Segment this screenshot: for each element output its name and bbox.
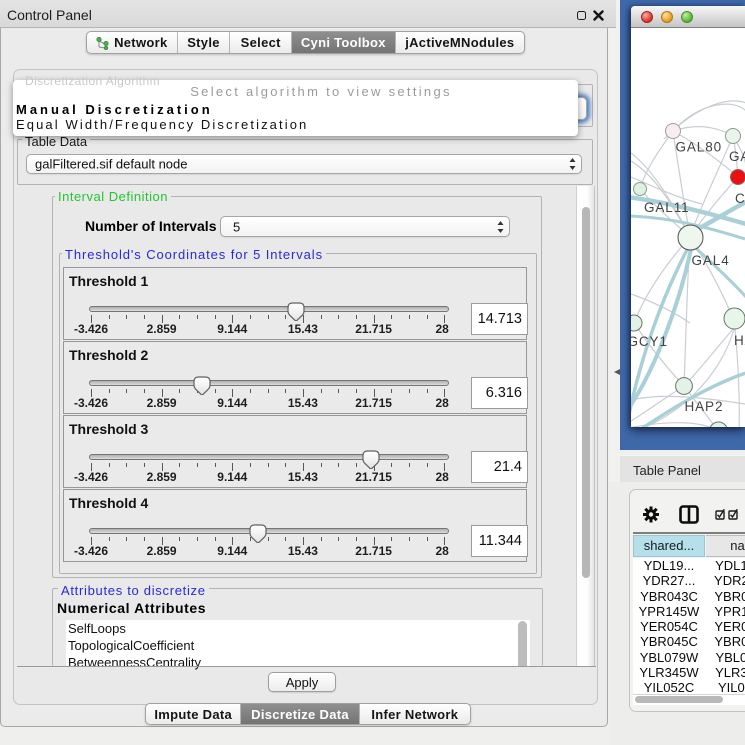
- svg-text:CD: CD: [735, 191, 745, 206]
- svg-text:GAL80: GAL80: [676, 140, 723, 155]
- svg-text:HA: HA: [734, 333, 745, 348]
- svg-text:GA: GA: [729, 149, 745, 164]
- svg-text:GAL4: GAL4: [692, 253, 730, 268]
- svg-text:GAL11: GAL11: [644, 200, 690, 215]
- svg-text:HAP2: HAP2: [685, 399, 724, 414]
- svg-text:GCY1: GCY1: [631, 334, 668, 349]
